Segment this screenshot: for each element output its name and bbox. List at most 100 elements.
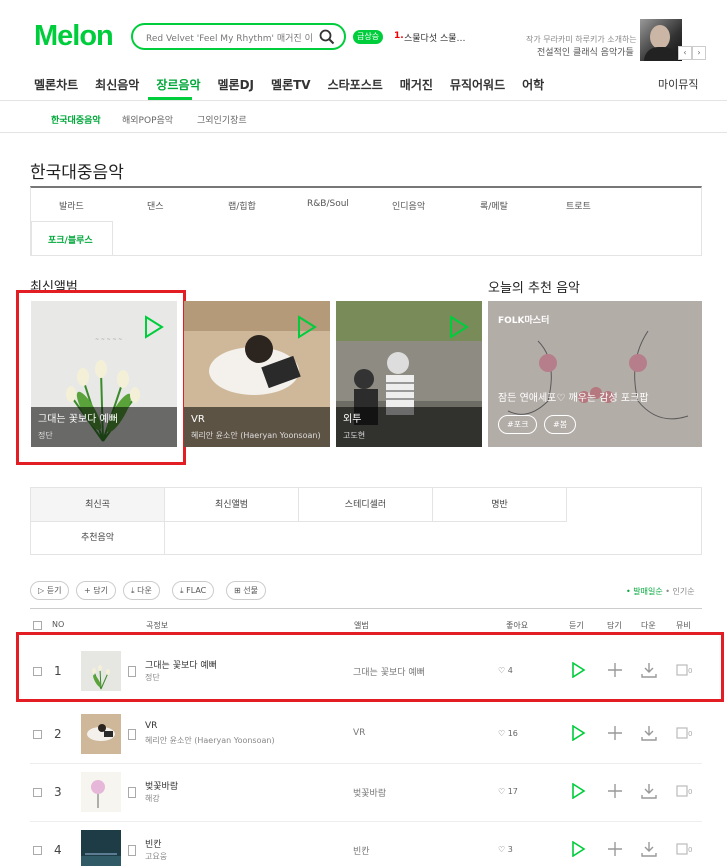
flac-button[interactable]: ⤓ FLAC xyxy=(172,581,215,600)
song-info-icon[interactable] xyxy=(128,729,136,740)
genre-hiphop[interactable]: 랩/힙합 xyxy=(228,199,256,212)
recommend-card[interactable]: FOLK마스터 잠든 연애세포♡ 깨우는 감성 포크팝 #포크 #봄 xyxy=(488,301,702,447)
genre-ballad[interactable]: 발라드 xyxy=(59,199,84,212)
row-song-title[interactable]: VR xyxy=(145,721,157,731)
genre-dance[interactable]: 댄스 xyxy=(147,199,164,212)
th-album: 앨범 xyxy=(354,621,369,630)
melon-logo[interactable]: Melon xyxy=(34,20,114,53)
album-card[interactable]: VR 혜리안 윤소안 (Haeryan Yoonsoan) xyxy=(184,301,330,447)
like-button[interactable]: ♡ 16 xyxy=(498,729,518,738)
sub-nav xyxy=(0,101,727,133)
nav-chart[interactable]: 멜론차트 xyxy=(34,76,78,93)
genre-rock[interactable]: 록/메탈 xyxy=(480,199,508,212)
row-checkbox[interactable] xyxy=(33,788,42,797)
promo-image[interactable] xyxy=(640,19,682,61)
sort-by-date[interactable]: • 발매일순 xyxy=(626,587,663,596)
song-info-icon[interactable] xyxy=(128,845,136,856)
gift-button[interactable]: ⊞ 선물 xyxy=(226,581,266,600)
recommend-desc[interactable]: 잠든 연애세포♡ 깨우는 감성 포크팝 xyxy=(498,389,648,404)
play-icon xyxy=(572,840,586,858)
genre-rnb[interactable]: R&B/Soul xyxy=(307,199,349,209)
row-album-name[interactable]: 빈칸 xyxy=(353,844,370,857)
play-button[interactable] xyxy=(570,840,586,858)
play-button[interactable] xyxy=(570,782,586,800)
like-button[interactable]: ♡ 3 xyxy=(498,845,513,854)
promo-next-icon[interactable]: › xyxy=(692,46,706,60)
subnav-korean[interactable]: 한국대중음악 xyxy=(51,113,101,126)
row-checkbox[interactable] xyxy=(33,730,42,739)
row-album-name[interactable]: 벚꽃바람 xyxy=(353,786,386,799)
row-album-thumb[interactable] xyxy=(81,772,121,812)
realtime-rank-keyword[interactable]: 스물다섯 스물… xyxy=(404,31,466,44)
tab-latest-albums[interactable]: 최신앨범 xyxy=(165,488,299,522)
song-info-icon[interactable] xyxy=(128,787,136,798)
genre-trot[interactable]: 트로트 xyxy=(566,199,591,212)
download-button[interactable]: ⤓ 다운 xyxy=(123,581,160,600)
download-button[interactable] xyxy=(641,783,657,799)
tag-spring[interactable]: #봄 xyxy=(544,415,577,434)
nav-starpost[interactable]: 스타포스트 xyxy=(328,76,383,93)
subnav-pop[interactable]: 해외POP음악 xyxy=(122,113,173,126)
row-album-name[interactable]: VR xyxy=(353,728,365,738)
row-album-thumb[interactable] xyxy=(81,714,121,754)
tab-masterpiece[interactable]: 명반 xyxy=(433,488,567,522)
nav-mymusic[interactable]: 마이뮤직 xyxy=(658,76,698,92)
album-title[interactable]: VR xyxy=(191,414,205,425)
row-song-title[interactable]: 빈칸 xyxy=(145,837,162,850)
row-song-title[interactable]: 벚꽃바람 xyxy=(145,779,178,792)
listen-label: 듣기 xyxy=(46,586,62,595)
download-button[interactable] xyxy=(641,725,657,741)
nav-magazine[interactable]: 매거진 xyxy=(400,76,433,93)
promo-prev-icon[interactable]: ‹ xyxy=(678,46,692,60)
nav-music-award[interactable]: 뮤직어워드 xyxy=(450,76,505,93)
select-all-checkbox[interactable] xyxy=(33,621,42,630)
nav-tv[interactable]: 멜론TV xyxy=(271,76,311,93)
row-artist[interactable]: 해강 xyxy=(145,793,160,804)
album-artist[interactable]: 혜리안 윤소안 (Haeryan Yoonsoan) xyxy=(191,430,325,441)
row-rank: 4 xyxy=(54,843,62,857)
like-button[interactable]: ♡ 17 xyxy=(498,787,518,796)
rising-badge: 급상승 xyxy=(353,30,384,44)
genre-folk[interactable]: 포크/블루스 xyxy=(48,233,93,246)
flac-label: FLAC xyxy=(186,586,207,595)
sort-by-popularity[interactable]: • 인기순 xyxy=(665,587,694,596)
search-box[interactable]: Red Velvet 'Feel My Rhythm' 매거진 이벤트! xyxy=(131,23,346,50)
tab-latest-songs[interactable]: 최신곡 xyxy=(31,488,165,522)
nav-new-music[interactable]: 최신음악 xyxy=(95,76,139,93)
row-album-thumb[interactable] xyxy=(81,830,121,866)
th-no: NO xyxy=(52,620,65,629)
row-rank: 3 xyxy=(54,785,62,799)
listen-button[interactable]: ▷ 듣기 xyxy=(30,581,70,600)
promo-subtext[interactable]: 작가 무라카미 하루키가 소개하는 xyxy=(526,34,637,45)
promo-title[interactable]: 전설적인 클래식 음악가들 xyxy=(537,45,634,58)
nav-genre[interactable]: 장르음악 xyxy=(156,76,200,93)
album-card[interactable]: 외투 고도현 xyxy=(336,301,482,447)
search-input[interactable]: Red Velvet 'Feel My Rhythm' 매거진 이벤트! xyxy=(146,31,312,44)
like-count: 3 xyxy=(507,845,513,854)
add-to-playlist-button[interactable] xyxy=(607,841,623,857)
th-add: 담기 xyxy=(607,621,622,630)
download-button[interactable] xyxy=(641,841,657,857)
play-button[interactable] xyxy=(570,724,586,742)
album-title[interactable]: 외투 xyxy=(343,410,361,425)
row-checkbox[interactable] xyxy=(33,846,42,855)
row-artist[interactable]: 혜리안 윤소안 (Haeryan Yoonsoan) xyxy=(145,735,275,746)
album-artist[interactable]: 고도현 xyxy=(343,430,477,441)
tab-recommend[interactable]: 추천음악 xyxy=(31,521,165,555)
row-artist[interactable]: 고요웅 xyxy=(145,851,167,862)
add-button[interactable]: + 담기 xyxy=(76,581,116,600)
genre-indie[interactable]: 인디음악 xyxy=(392,199,425,212)
add-to-playlist-button[interactable] xyxy=(607,725,623,741)
nav-language[interactable]: 어학 xyxy=(522,76,544,93)
add-to-playlist-button[interactable] xyxy=(607,783,623,799)
tab-steady-seller[interactable]: 스테디셀러 xyxy=(299,488,433,522)
play-icon[interactable] xyxy=(448,315,470,339)
recommend-dj[interactable]: FOLK마스터 xyxy=(498,313,549,326)
subnav-other[interactable]: 그외인기장르 xyxy=(197,113,247,126)
play-icon[interactable] xyxy=(296,315,318,339)
tag-folk[interactable]: #포크 xyxy=(498,415,538,434)
search-icon[interactable] xyxy=(319,29,335,45)
th-like: 좋아요 xyxy=(506,621,529,630)
sort-pop-label: 인기순 xyxy=(672,587,695,596)
nav-dj[interactable]: 멜론DJ xyxy=(218,76,255,93)
